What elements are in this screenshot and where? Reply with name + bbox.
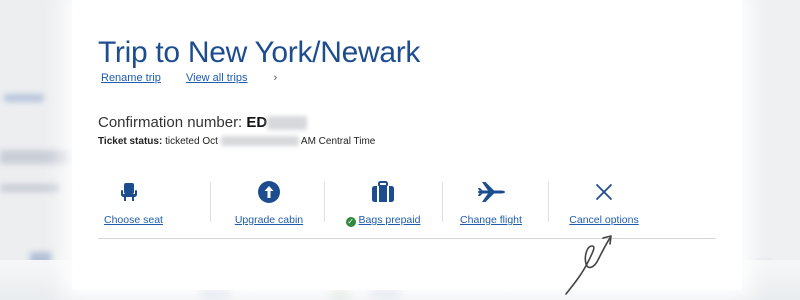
- ticket-status-prefix: ticketed Oct: [165, 136, 218, 147]
- ticket-status-label: Ticket status:: [98, 136, 163, 147]
- bags-prepaid-label: Bags prepaid: [358, 214, 421, 226]
- confirmation-number: Confirmation number: ED: [98, 114, 308, 131]
- background-blurred-line: [0, 150, 70, 164]
- confirmation-redacted: [267, 116, 308, 131]
- upgrade-cabin-label: Upgrade cabin: [234, 214, 304, 226]
- action-divider: [324, 182, 325, 222]
- upgrade-arrow-icon: [228, 180, 310, 204]
- ticket-status-suffix: AM Central Time: [300, 136, 376, 147]
- background-blurred-title: [0, 40, 6, 90]
- change-flight-label: Change flight: [460, 214, 522, 226]
- choose-seat-label: Choose seat: [104, 214, 163, 226]
- view-all-trips-link[interactable]: View all trips: [186, 72, 248, 84]
- ticket-date-redacted: [220, 136, 299, 147]
- ticket-status: Ticket status: ticketed Oct AM Central T…: [98, 136, 375, 147]
- close-icon: [568, 180, 640, 204]
- choose-seat-button[interactable]: Choose seat: [104, 176, 163, 228]
- seat-icon: [104, 180, 154, 204]
- view-all-trips-label: View all trips: [185, 72, 248, 84]
- background-blurred-line: [0, 184, 60, 192]
- background-blurred-line: [4, 94, 44, 102]
- confirmation-label: Confirmation number:: [98, 114, 243, 131]
- luggage-icon: [344, 180, 422, 204]
- trip-details-card: Trip to New York/Newark Rename trip View…: [72, 0, 742, 290]
- chevron-right-icon: ›: [273, 72, 278, 84]
- check-icon: ✓: [345, 217, 356, 227]
- cancel-options-button[interactable]: Cancel options: [568, 176, 640, 228]
- cancel-options-label: Cancel options: [569, 214, 639, 226]
- bags-prepaid-button[interactable]: ✓ Bags prepaid: [344, 176, 422, 228]
- airplane-icon: [458, 180, 524, 204]
- page-title: Trip to New York/Newark: [98, 36, 421, 69]
- action-divider: [210, 182, 211, 222]
- pointer-annotation-icon: [565, 235, 612, 295]
- rename-trip-link[interactable]: Rename trip: [101, 72, 161, 84]
- action-divider: [548, 182, 549, 222]
- bags-prepaid-link: ✓ Bags prepaid: [345, 214, 421, 227]
- change-flight-button[interactable]: Change flight: [458, 176, 524, 228]
- action-divider: [442, 182, 443, 222]
- trip-actions-bar: Choose seat Upgrade cabin ✓ Bags prepaid…: [98, 176, 716, 239]
- upgrade-cabin-button[interactable]: Upgrade cabin: [228, 176, 310, 228]
- confirmation-code: ED: [246, 114, 268, 131]
- trip-links: Rename trip View all trips ›: [101, 72, 277, 84]
